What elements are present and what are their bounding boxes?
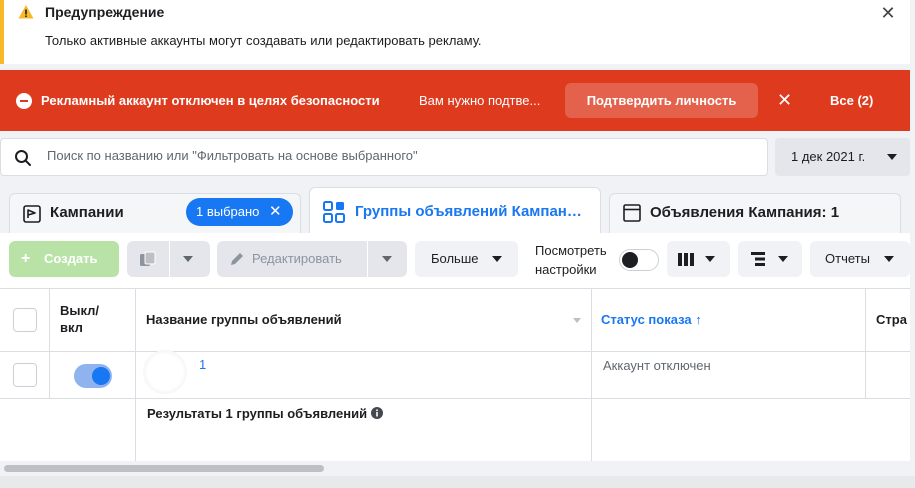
adset-enabled-toggle[interactable] (74, 364, 112, 388)
blocked-icon (16, 93, 32, 109)
horizontal-scrollbar-thumb[interactable] (4, 465, 324, 472)
status-column-header[interactable]: Статус показа ↑ (601, 312, 702, 327)
warning-close-icon[interactable]: ✕ (877, 3, 899, 25)
warning-icon (18, 5, 34, 19)
error-close-icon[interactable]: ✕ (777, 90, 792, 110)
status-header-label: Статус показа (601, 312, 692, 327)
search-icon (15, 150, 31, 166)
row-bottom-border (0, 398, 910, 399)
tab-ads[interactable]: Объявления Кампания: 1 (609, 193, 901, 233)
confirm-identity-button[interactable]: Подтвердить личность (565, 83, 758, 118)
chevron-down-icon (492, 256, 502, 262)
sort-chevron-icon[interactable] (573, 318, 581, 323)
pencil-icon (231, 253, 243, 265)
clear-selection-icon[interactable]: ✕ (269, 198, 282, 226)
edit-label: Редактировать (252, 251, 342, 266)
create-label: Создать (44, 251, 98, 266)
toggle-header-line-2: вкл (60, 320, 83, 335)
summary-row: Результаты 1 группы объявлений (147, 406, 383, 421)
error-text: Вам нужно подтве... (419, 93, 541, 108)
adsets-table (0, 288, 910, 463)
warning-title: Предупреждение (45, 4, 165, 20)
col-divider (591, 288, 592, 462)
breakdown-icon (751, 252, 765, 266)
columns-icon (678, 253, 694, 266)
error-title: Рекламный аккаунт отключен в целях безоп… (41, 93, 380, 108)
view-settings-line-2: настройки (535, 262, 597, 277)
col-divider (135, 288, 136, 462)
summary-label: Результаты 1 группы объявлений (147, 406, 368, 421)
adset-thumbnail (143, 350, 187, 394)
toggle-header-line-1: Выкл/ (60, 303, 100, 318)
chevron-down-icon (884, 256, 894, 262)
view-settings-label: Посмотреть настройки (535, 241, 607, 279)
date-range-label: 1 дек 2021 г. (791, 149, 866, 164)
chevron-down-icon[interactable] (183, 256, 193, 262)
duplicate-icon (140, 251, 156, 266)
campaign-flag-icon (23, 205, 41, 223)
page-bottom-bar (0, 476, 915, 488)
tab-adsets-label: Группы объявлений Кампания: 1 (355, 203, 585, 220)
adset-name-link[interactable]: 1 (199, 357, 206, 372)
plus-icon: + (21, 250, 31, 267)
tab-campaigns-label: Кампании (50, 204, 124, 221)
duplicate-divider (169, 241, 170, 277)
next-column-header[interactable]: Стра (876, 312, 910, 327)
reports-label: Отчеты (825, 251, 870, 266)
warning-banner: Предупреждение Только активные аккаунты … (0, 0, 910, 64)
chevron-down-icon[interactable] (382, 256, 392, 262)
page-right-edge (910, 64, 915, 476)
search-bar (0, 138, 768, 176)
duplicate-button[interactable] (127, 241, 210, 277)
adset-status: Аккаунт отключен (603, 358, 711, 373)
warning-text: Только активные аккаунты могут создавать… (45, 33, 482, 48)
chevron-down-icon (778, 256, 788, 262)
table-top-border (0, 288, 910, 289)
selected-count-label: 1 выбрано (196, 204, 260, 219)
tab-adsets[interactable]: Группы объявлений Кампания: 1 (309, 187, 601, 237)
reports-button[interactable]: Отчеты (810, 241, 910, 277)
breakdown-button[interactable] (738, 241, 802, 277)
ad-window-icon (623, 204, 641, 222)
sort-arrow-up-icon: ↑ (695, 312, 702, 327)
tab-campaigns[interactable]: Кампании 1 выбрано ✕ (9, 193, 301, 233)
tab-ads-label: Объявления Кампания: 1 (650, 204, 840, 221)
toggle-column-header: Выкл/ вкл (60, 302, 99, 336)
see-all-link[interactable]: Все (2) (830, 93, 873, 108)
more-button[interactable]: Больше (415, 241, 518, 277)
view-settings-line-1: Посмотреть (535, 243, 607, 258)
date-range-button[interactable]: 1 дек 2021 г. (775, 138, 910, 176)
search-input[interactable] (47, 148, 747, 163)
chevron-down-icon (887, 154, 897, 160)
selected-count-badge[interactable]: 1 выбрано ✕ (186, 198, 293, 226)
columns-button[interactable] (667, 241, 730, 277)
col-divider (49, 288, 50, 398)
row-checkbox[interactable] (13, 363, 37, 387)
edit-divider (367, 241, 368, 277)
col-divider (865, 288, 866, 398)
name-column-header[interactable]: Название группы объявлений (146, 312, 342, 327)
toolbar: + Создать Редактировать Больше Посмотрет… (0, 233, 910, 288)
create-button[interactable]: + Создать (9, 241, 119, 277)
view-settings-toggle[interactable] (619, 249, 659, 271)
edit-button[interactable]: Редактировать (217, 241, 407, 277)
header-bottom-border (0, 351, 910, 352)
error-banner: Рекламный аккаунт отключен в целях безоп… (0, 70, 910, 131)
adsets-grid-icon (323, 201, 345, 223)
more-label: Больше (431, 251, 479, 266)
info-icon[interactable] (370, 407, 383, 419)
chevron-down-icon (705, 256, 715, 262)
select-all-checkbox[interactable] (13, 308, 37, 332)
